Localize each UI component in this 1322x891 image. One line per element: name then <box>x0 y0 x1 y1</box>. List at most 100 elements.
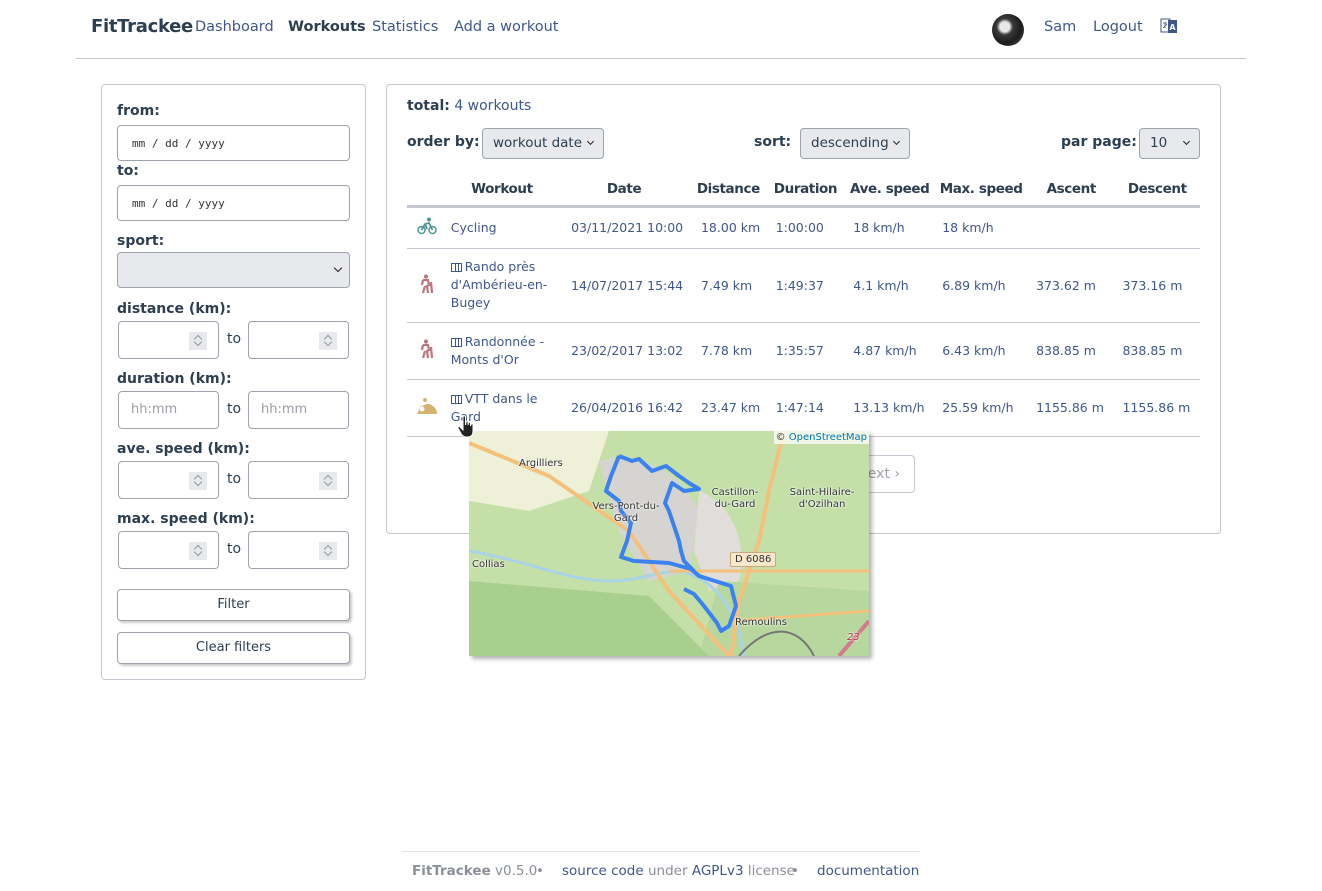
chevron-right-icon: › <box>894 466 900 482</box>
map-icon <box>450 263 462 272</box>
col-workout: Workout <box>446 173 558 208</box>
ave-speed-from-input[interactable] <box>118 461 219 499</box>
ascent-cell <box>1028 206 1115 249</box>
hand-cursor-icon <box>457 415 474 438</box>
footer-version: FitTrackee v0.5.0 <box>412 863 537 879</box>
per-page-select[interactable]: 10 <box>1139 128 1200 159</box>
spinner-icon[interactable] <box>319 332 337 350</box>
ave-speed-to-input[interactable] <box>248 461 349 499</box>
workout-link[interactable]: Rando près d'Ambérieu-en-Bugey <box>451 259 548 310</box>
footer-bullet: • <box>536 863 544 879</box>
to-text: to <box>227 541 242 557</box>
to-text: to <box>227 331 242 347</box>
version-text: v0.5.0 <box>495 863 538 879</box>
nav-add-workout[interactable]: Add a workout <box>454 19 559 35</box>
nav-statistics[interactable]: Statistics <box>372 19 438 35</box>
sort-value: descending <box>811 135 889 151</box>
max-speed-from-input[interactable] <box>118 531 219 569</box>
ave-speed-cell: 13.13 km/h <box>845 379 935 437</box>
map-place-label: Vers-Pont-du-Gard <box>592 501 660 524</box>
duration-cell: 1:35:57 <box>765 322 846 380</box>
workout-link[interactable]: Randonnée - Monts d'Or <box>451 334 544 367</box>
per-page-value: 10 <box>1150 135 1168 151</box>
license-link[interactable]: AGPLv3 <box>692 863 744 879</box>
distance-cell: 18.00 km <box>690 206 766 249</box>
footer-brand: FitTrackee <box>412 863 491 879</box>
source-code-link[interactable]: source code <box>562 863 644 879</box>
distance-cell: 23.47 km <box>690 379 766 437</box>
table-row: VTT dans le Gard 26/04/2016 16:42 23.47 … <box>407 379 1200 437</box>
max-speed-to-input[interactable] <box>248 531 349 569</box>
workout-name-cell: Cycling <box>446 206 558 249</box>
duration-from-input[interactable]: hh:mm <box>118 391 219 429</box>
copyright-symbol: © <box>775 432 786 443</box>
col-date: Date <box>557 173 691 208</box>
workout-map-preview: © OpenStreetMap Argilliers Vers-Pont-du-… <box>469 431 869 656</box>
nav-dashboard[interactable]: Dashboard <box>195 19 274 35</box>
openstreetmap-link[interactable]: OpenStreetMap <box>789 432 867 443</box>
descent-cell: 838.85 m <box>1114 322 1200 380</box>
spinner-icon[interactable] <box>189 542 207 560</box>
map-icon <box>450 337 462 347</box>
svg-text:A: A <box>1169 23 1176 32</box>
ascent-cell: 1155.86 m <box>1028 379 1115 437</box>
order-by-select[interactable]: workout date <box>482 128 604 159</box>
total-value: 4 workouts <box>454 98 532 114</box>
from-date-input[interactable]: mm / dd / yyyy <box>117 125 350 161</box>
map-place-label: Collias <box>472 559 505 570</box>
nav-workouts[interactable]: Workouts <box>288 19 366 35</box>
max-speed-cell: 25.59 km/h <box>934 379 1029 437</box>
descent-cell: 373.16 m <box>1114 248 1200 323</box>
sort-select[interactable]: descending <box>800 128 910 159</box>
sort-label: sort: <box>754 134 792 150</box>
language-icon[interactable]: A <box>1160 17 1178 35</box>
date-cell: 26/04/2016 16:42 <box>557 379 691 437</box>
to-text: to <box>227 401 242 417</box>
distance-to-input[interactable] <box>248 321 349 359</box>
ave-speed-cell: 4.87 km/h <box>845 322 935 380</box>
avatar[interactable] <box>992 14 1024 46</box>
ascent-cell: 838.85 m <box>1028 322 1115 380</box>
descent-cell <box>1114 206 1200 249</box>
workout-name-cell: Rando près d'Ambérieu-en-Bugey <box>446 248 558 323</box>
footer: FitTrackee v0.5.0 • source code under AG… <box>402 851 920 891</box>
map-place-label: Argilliers <box>519 458 563 469</box>
nav-user[interactable]: Sam <box>1044 19 1076 35</box>
ascent-cell: 373.62 m <box>1028 248 1115 323</box>
table-header-row: Workout Date Distance Duration Ave. spee… <box>407 173 1200 208</box>
distance-cell: 7.49 km <box>690 248 766 323</box>
logout-link[interactable]: Logout <box>1093 19 1143 35</box>
map-place-label: Remoulins <box>735 617 787 628</box>
col-duration: Duration <box>765 173 846 208</box>
spinner-icon[interactable] <box>189 332 207 350</box>
order-by-label: order by: <box>407 134 480 150</box>
workout-link[interactable]: Cycling <box>451 220 497 235</box>
total-count: total: 4 workouts <box>407 98 531 114</box>
to-date-input[interactable]: mm / dd / yyyy <box>117 185 350 221</box>
ave-speed-cell: 4.1 km/h <box>845 248 935 323</box>
chevron-down-icon <box>892 137 901 146</box>
duration-cell: 1:00:00 <box>765 206 846 249</box>
col-max-speed: Max. speed <box>934 173 1029 208</box>
clear-filters-button[interactable]: Clear filters <box>117 632 350 664</box>
map-icon <box>450 394 462 404</box>
duration-to-input[interactable]: hh:mm <box>248 391 349 429</box>
spinner-icon[interactable] <box>189 472 207 490</box>
col-sport <box>407 173 447 208</box>
distance-cell: 7.78 km <box>690 322 766 380</box>
chevron-down-icon <box>1182 137 1191 146</box>
table-row: Cycling 03/11/2021 10:00 18.00 km 1:00:0… <box>407 206 1200 249</box>
sport-select[interactable] <box>117 252 350 288</box>
duration-cell: 1:49:37 <box>765 248 846 323</box>
spinner-icon[interactable] <box>319 472 337 490</box>
date-cell: 14/07/2017 15:44 <box>557 248 691 323</box>
duration-label: duration (km): <box>117 371 232 387</box>
workouts-table: Workout Date Distance Duration Ave. spee… <box>407 173 1200 437</box>
filter-button[interactable]: Filter <box>117 589 350 621</box>
brand-logo[interactable]: FitTrackee <box>91 16 193 37</box>
spinner-icon[interactable] <box>319 542 337 560</box>
distance-from-input[interactable] <box>118 321 219 359</box>
map-place-label: Saint-Hilaire-d'Ozilhan <box>789 487 855 510</box>
documentation-link[interactable]: documentation <box>817 863 919 879</box>
col-distance: Distance <box>690 173 766 208</box>
